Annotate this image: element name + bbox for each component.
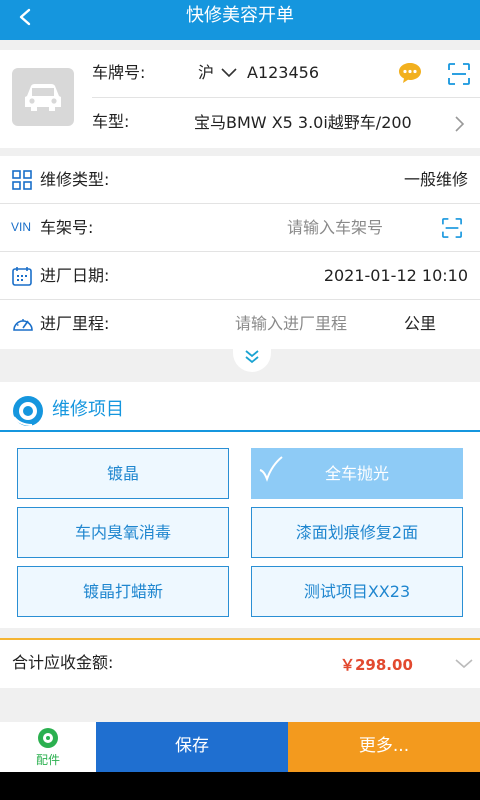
scan-icon[interactable] (442, 218, 462, 238)
bottom-action-bar: 配件 保存 更多... (0, 722, 480, 772)
vin-row: VIN 车架号: 请输入车架号 (0, 204, 480, 252)
repair-item-button-selected[interactable]: 全车抛光 (251, 448, 463, 499)
model-row[interactable]: 车型: 宝马BMW X5 3.0i越野车/200 (92, 99, 480, 147)
total-card[interactable]: 合计应收金额: ￥298.00 (0, 638, 480, 688)
system-nav-bar (0, 772, 480, 800)
total-label: 合计应收金额: (12, 653, 114, 672)
chat-bubble-icon[interactable] (398, 62, 422, 84)
vin-input[interactable]: 请输入车架号 (287, 204, 383, 252)
repair-item-button[interactable]: 镀晶 (17, 448, 229, 499)
tire-icon (38, 728, 58, 748)
chevron-down-icon[interactable] (454, 658, 474, 670)
model-label: 车型: (92, 112, 130, 131)
repair-items-card: 维修项目 镀晶 全车抛光 车内臭氧消毒 漆面划痕修复2面 镀晶打蜡新 测试项目X… (0, 382, 480, 628)
repair-item-button[interactable]: 镀晶打蜡新 (17, 566, 229, 617)
repair-type-value: 一般维修 (403, 170, 468, 189)
vin-icon: VIN (11, 220, 32, 234)
repair-items-header: 维修项目 (0, 382, 480, 432)
model-value: 宝马BMW X5 3.0i越野车/200 (194, 113, 412, 132)
repair-item-button[interactable]: 测试项目XX23 (251, 566, 463, 617)
date-value: 2021-01-12 10:10 (323, 266, 468, 285)
repair-info-card: 维修类型: 一般维修 VIN 车架号: 请输入车架号 进厂日期: 2021-01… (0, 156, 480, 349)
repair-type-row[interactable]: 维修类型: 一般维修 (0, 156, 480, 204)
chevron-down-icon[interactable] (220, 67, 238, 79)
odometer-icon (13, 319, 33, 331)
vehicle-card: 车牌号: 沪 A123456 车型: 宝马BMW X5 3.0i越野车/200 (0, 50, 480, 148)
mileage-unit: 公里 (404, 314, 437, 333)
plate-label: 车牌号: (92, 63, 146, 82)
checkmark-icon (259, 456, 283, 482)
parts-tab[interactable]: 配件 (0, 722, 96, 772)
repair-item-label: 全车抛光 (324, 464, 389, 483)
expand-toggle[interactable] (233, 342, 271, 372)
repair-type-label: 维修类型: (40, 170, 110, 189)
date-row[interactable]: 进厂日期: 2021-01-12 10:10 (0, 252, 480, 300)
repair-items-title: 维修项目 (52, 399, 124, 420)
province-selector[interactable]: 沪 (198, 50, 214, 96)
more-button[interactable]: 更多... (288, 722, 480, 772)
plate-number[interactable]: A123456 (247, 50, 319, 96)
vin-label: 车架号: (40, 218, 94, 237)
date-label: 进厂日期: (40, 266, 110, 285)
mileage-input[interactable]: 请输入进厂里程 (235, 300, 347, 348)
app-header: 快修美容开单 (0, 0, 480, 40)
repair-item-button[interactable]: 车内臭氧消毒 (17, 507, 229, 558)
mileage-row: 进厂里程: 请输入进厂里程 公里 (0, 300, 480, 348)
vehicle-photo[interactable] (12, 68, 74, 126)
grid-icon (12, 170, 32, 190)
calendar-icon (12, 267, 32, 286)
double-chevron-down-icon (245, 350, 259, 364)
scan-icon[interactable] (448, 63, 470, 85)
chevron-right-icon (455, 116, 465, 132)
parts-label: 配件 (35, 753, 60, 767)
save-button[interactable]: 保存 (96, 722, 288, 772)
repair-item-button[interactable]: 漆面划痕修复2面 (251, 507, 463, 558)
repair-items-icon (13, 396, 43, 426)
car-icon (25, 84, 61, 111)
total-amount: ￥298.00 (340, 656, 413, 674)
plate-row: 车牌号: 沪 A123456 (92, 50, 480, 98)
page-title: 快修美容开单 (186, 5, 294, 26)
mileage-label: 进厂里程: (40, 314, 110, 333)
